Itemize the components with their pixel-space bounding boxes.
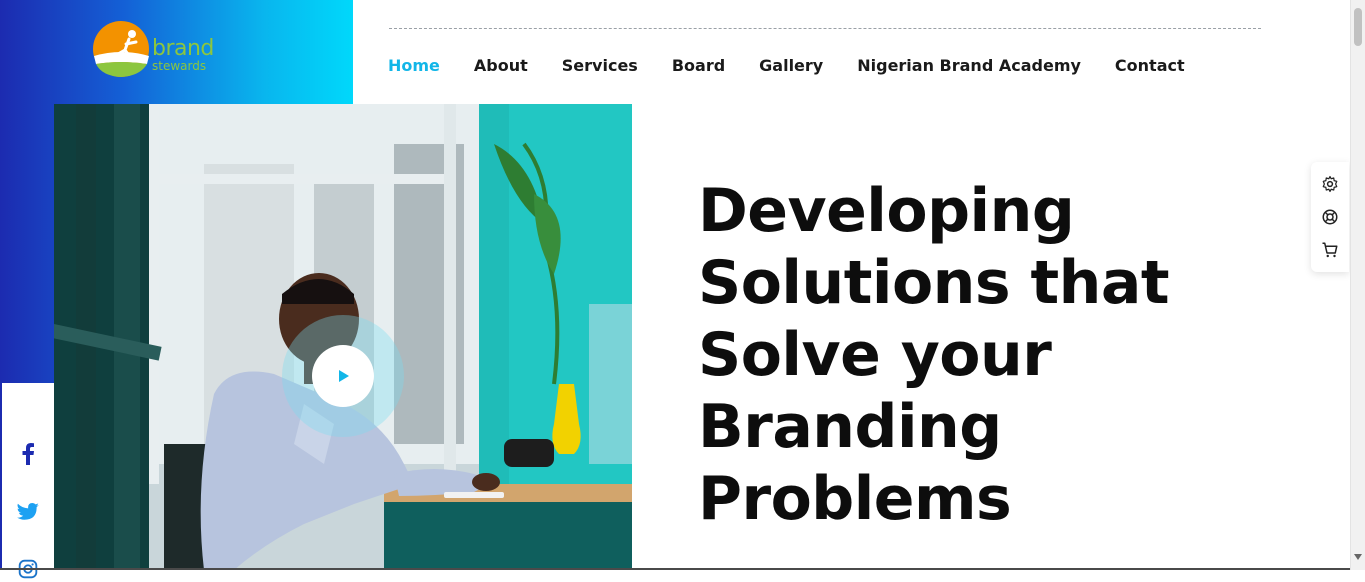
hero-headline-line: Problems — [698, 464, 1012, 534]
social-strip — [0, 383, 54, 570]
site-logo[interactable]: brand stewards — [92, 20, 222, 80]
hero-photo — [54, 104, 632, 570]
main-nav: Home About Services Board Gallery Nigeri… — [388, 56, 1219, 76]
gear-icon[interactable] — [1321, 175, 1339, 193]
scrollbar-thumb[interactable] — [1354, 8, 1362, 46]
nav-item-services[interactable]: Services — [562, 56, 638, 76]
logo-text-stewards: stewards — [152, 59, 207, 73]
side-toolbar — [1311, 162, 1349, 272]
twitter-icon — [17, 503, 39, 520]
hero-headline-line: Branding — [698, 392, 1002, 462]
scroll-down-arrow-icon[interactable] — [1354, 554, 1362, 560]
nav-item-nigerian-brand-academy[interactable]: Nigerian Brand Academy — [857, 56, 1081, 76]
lifebuoy-icon[interactable] — [1321, 208, 1339, 226]
office-scene-image — [54, 104, 632, 570]
nav-item-contact[interactable]: Contact — [1115, 56, 1185, 76]
play-icon — [339, 370, 349, 382]
nav-item-gallery[interactable]: Gallery — [759, 56, 823, 76]
nav-item-board[interactable]: Board — [672, 56, 725, 76]
logo-mark-icon — [93, 21, 149, 77]
hero-headline-line: Developing — [698, 176, 1075, 246]
facebook-icon — [22, 443, 34, 465]
nav-item-home[interactable]: Home — [388, 56, 440, 76]
facebook-link[interactable] — [15, 441, 41, 467]
page-scrollbar[interactable] — [1350, 0, 1365, 570]
logo-text-brand: brand — [152, 36, 214, 61]
hero-headline-line: Solutions that — [698, 248, 1170, 318]
twitter-link[interactable] — [15, 499, 41, 525]
nav-divider — [389, 28, 1261, 29]
video-play-button[interactable] — [312, 345, 374, 407]
hero-headline-line: Solve your — [698, 320, 1052, 390]
hero-headline: Developing Solutions that Solve your Bra… — [698, 175, 1258, 535]
cart-icon[interactable] — [1321, 241, 1339, 259]
nav-item-about[interactable]: About — [474, 56, 528, 76]
